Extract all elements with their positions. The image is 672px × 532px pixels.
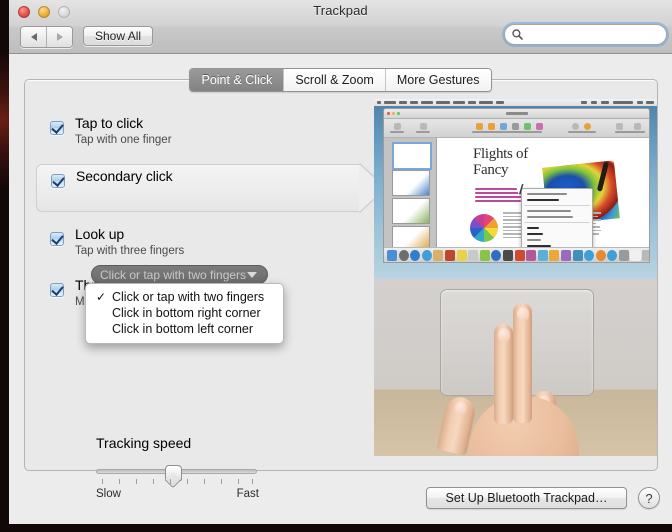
window-titlebar: Trackpad Show All <box>9 0 672 54</box>
preview-document-body: Flights of Fancy <box>465 140 620 258</box>
three-finger-drag-checkbox[interactable] <box>50 283 64 297</box>
tab-bar: Point & Click Scroll & Zoom More Gesture… <box>9 68 672 92</box>
help-button[interactable]: ? <box>638 487 660 509</box>
preview-pages-window: Flights of Fancy <box>383 108 650 263</box>
tracking-speed-label: Tracking speed <box>96 435 192 451</box>
preview-page-thumbnails <box>384 138 437 262</box>
tab-more-gestures[interactable]: More Gestures <box>384 69 491 91</box>
slider-tick <box>221 479 222 484</box>
chevron-down-icon <box>247 272 257 278</box>
checkmark-icon: ✓ <box>96 290 107 304</box>
option-tap-to-click[interactable]: Tap to click Tap with one finger <box>36 112 359 158</box>
tracking-speed-slider[interactable]: Slow Fast <box>96 465 259 500</box>
option-look-up[interactable]: Look up Tap with three fingers <box>36 223 359 269</box>
preview-pages-titlebar <box>384 109 649 119</box>
index-finger <box>513 303 532 423</box>
fingernail <box>497 328 510 342</box>
preview-document-page: Flights of Fancy <box>437 138 649 258</box>
search-field[interactable] <box>504 24 667 45</box>
slider-tick <box>119 479 120 484</box>
preview-trackpad-photo <box>374 279 657 456</box>
secondary-click-label: Secondary click <box>76 168 173 184</box>
preview-thumbnail <box>392 170 430 196</box>
look-up-sublabel: Tap with three fingers <box>75 245 185 257</box>
options-list: Tap to click Tap with one finger Seconda… <box>25 80 385 500</box>
slider-tick <box>102 479 103 484</box>
slider-tick <box>170 479 171 484</box>
window-title: Trackpad <box>313 3 368 18</box>
tap-to-click-sublabel: Tap with one finger <box>75 134 172 146</box>
preview-doc-title-line1: Flights of <box>473 146 528 162</box>
preview-dock <box>384 247 649 262</box>
preferences-content-panel: Tap to click Tap with one finger Seconda… <box>24 79 658 500</box>
tap-to-click-checkbox[interactable] <box>50 121 64 135</box>
fingernail <box>453 400 468 417</box>
slider-tick <box>136 479 137 484</box>
look-up-label: Look up <box>75 226 125 242</box>
search-input[interactable] <box>527 27 661 42</box>
slider-tick <box>204 479 205 484</box>
preview-traffic-lights <box>387 112 400 115</box>
tab-scroll-and-zoom[interactable]: Scroll & Zoom <box>283 69 385 91</box>
slider-min-label: Slow <box>96 488 121 500</box>
search-field-wrapper <box>502 22 669 47</box>
secondary-click-popup-button[interactable]: Click or tap with two fingers <box>91 265 268 284</box>
menu-item-bottom-right[interactable]: Click in bottom right corner <box>86 305 283 321</box>
navigation-buttons <box>20 26 73 48</box>
look-up-checkbox[interactable] <box>50 232 64 246</box>
pinwheel-chart <box>470 214 498 242</box>
option-secondary-click[interactable]: Secondary click <box>36 164 385 212</box>
preview-thumbnail <box>392 142 432 170</box>
slider-tick <box>187 479 188 484</box>
tab-point-and-click[interactable]: Point & Click <box>190 69 284 91</box>
preview-pages-toolbar <box>384 119 649 138</box>
secondary-click-popup-value: Click or tap with two fingers <box>100 267 247 282</box>
secondary-click-dropdown-menu: ✓ Click or tap with two fingers Click in… <box>85 283 284 344</box>
gesture-preview-video: Flights of Fancy <box>374 99 657 456</box>
secondary-click-checkbox[interactable] <box>51 174 65 188</box>
menu-item-two-fingers[interactable]: ✓ Click or tap with two fingers <box>86 289 283 305</box>
middle-finger <box>494 324 513 424</box>
back-button[interactable] <box>21 27 46 47</box>
preview-desktop-screenshot: Flights of Fancy <box>374 99 657 279</box>
tap-to-click-label: Tap to click <box>75 115 144 131</box>
system-preferences-window: Trackpad Show All Point & Click Scroll &… <box>9 0 672 524</box>
preview-thumbnail <box>392 198 430 224</box>
arrow-left-icon <box>30 33 37 41</box>
menu-item-bottom-left[interactable]: Click in bottom left corner <box>86 321 283 337</box>
preview-doc-title-line2: Fancy <box>473 162 509 178</box>
slider-tick <box>252 479 253 484</box>
slider-tick <box>153 479 154 484</box>
show-all-button[interactable]: Show All <box>83 26 154 46</box>
menu-item-bottom-right-label: Click in bottom right corner <box>112 306 261 320</box>
slider-thumb[interactable] <box>165 465 182 481</box>
preview-menu-bar <box>374 99 657 106</box>
arrow-right-icon <box>56 33 63 41</box>
set-up-bluetooth-trackpad-button[interactable]: Set Up Bluetooth Trackpad… <box>426 487 627 509</box>
forward-button[interactable] <box>46 27 72 47</box>
menu-item-bottom-left-label: Click in bottom left corner <box>112 322 254 336</box>
slider-max-label: Fast <box>236 488 259 500</box>
search-icon <box>512 29 523 40</box>
slider-tick <box>238 479 239 484</box>
fingernail <box>516 307 529 321</box>
menu-item-two-fingers-label: Click or tap with two fingers <box>112 290 265 304</box>
